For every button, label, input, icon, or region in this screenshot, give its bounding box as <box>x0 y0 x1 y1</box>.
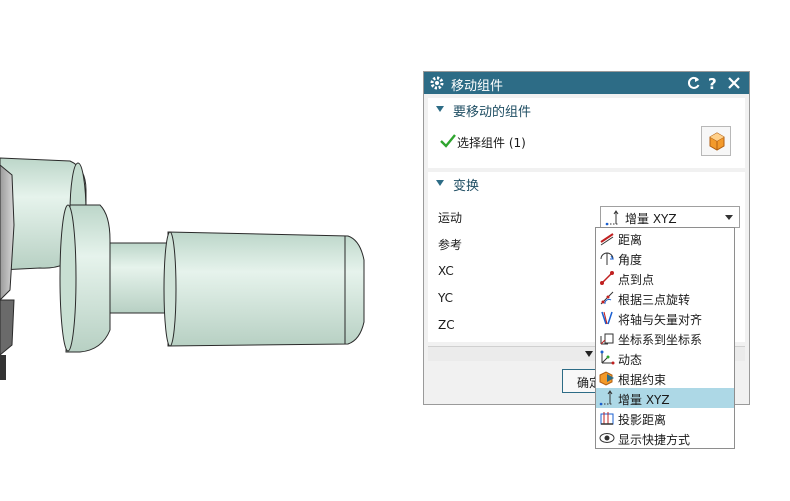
motion-option-delta-xyz[interactable]: 增量 XYZ <box>596 388 734 408</box>
distance-icon <box>599 230 615 246</box>
select-components-label[interactable]: 选择组件 (1) <box>457 134 526 151</box>
motion-selected-value: 增量 XYZ <box>625 212 677 226</box>
gear-icon[interactable] <box>429 75 445 94</box>
svg-text:?: ? <box>708 75 717 91</box>
checkmark-icon <box>440 134 456 151</box>
expand-down-icon <box>585 351 593 357</box>
option-label: 角度 <box>618 253 643 267</box>
motion-option-point-to-point[interactable]: 点到点 <box>596 268 734 288</box>
yc-label: YC <box>438 291 454 305</box>
cad-model <box>0 157 365 380</box>
option-label: 动态 <box>618 353 643 367</box>
close-icon[interactable] <box>726 75 742 91</box>
help-icon[interactable]: ? <box>705 75 721 93</box>
collapse-triangle-icon <box>436 106 444 112</box>
delta-xyz-icon <box>599 390 615 406</box>
projection-distance-icon <box>599 410 615 426</box>
option-label: 显示快捷方式 <box>618 433 691 447</box>
transform-section-header[interactable]: 变换 <box>428 172 745 194</box>
motion-option-by-constraints[interactable]: 根据约束 <box>596 368 734 388</box>
option-label: 距离 <box>618 233 643 247</box>
motion-option-align-axis-vector[interactable]: 将轴与矢量对齐 <box>596 308 734 328</box>
dialog-title: 移动组件 <box>451 79 504 94</box>
motion-option-csys-to-csys[interactable]: 坐标系到坐标系 <box>596 328 734 348</box>
option-label: 投影距离 <box>618 413 667 427</box>
xc-label: XC <box>438 264 454 278</box>
point-to-point-icon <box>599 270 615 286</box>
transform-section-title: 变换 <box>453 179 480 194</box>
components-section-header[interactable]: 要移动的组件 <box>428 98 745 120</box>
zc-label: ZC <box>438 318 455 332</box>
motion-option-dynamic[interactable]: 动态 <box>596 348 734 368</box>
csys-to-csys-icon <box>599 330 615 346</box>
motion-option-angle[interactable]: 角度 <box>596 248 734 268</box>
motion-label: 运动 <box>438 211 463 225</box>
chevron-down-icon <box>725 215 733 220</box>
reset-icon[interactable] <box>686 75 702 91</box>
angle-icon <box>599 250 615 266</box>
motion-option-distance[interactable]: 距离 <box>596 228 734 248</box>
option-label: 将轴与矢量对齐 <box>618 313 703 327</box>
motion-option-projection-distance[interactable]: 投影距离 <box>596 408 734 428</box>
graphics-viewport[interactable] <box>0 0 420 498</box>
motion-option-show-shortcuts[interactable]: 显示快捷方式 <box>596 428 734 448</box>
option-label: 根据三点旋转 <box>618 293 691 307</box>
option-label: 坐标系到坐标系 <box>618 333 703 347</box>
align-axis-vector-icon <box>599 310 615 326</box>
motion-option-three-point-rotate[interactable]: 根据三点旋转 <box>596 288 734 308</box>
option-label: 点到点 <box>618 273 655 287</box>
option-label: 增量 XYZ <box>618 393 670 407</box>
option-label: 根据约束 <box>618 373 667 387</box>
motion-options-list: 距离 角度 点到点 根据三点旋转 将轴与矢量对齐 坐标系到坐标系 动态 根据约束… <box>595 227 735 449</box>
collapse-triangle-icon <box>436 180 444 186</box>
reference-label: 参考 <box>438 238 463 252</box>
three-point-rotate-icon <box>599 290 615 306</box>
component-cube-icon <box>709 132 725 151</box>
dialog-title-bar: 移动组件 ? <box>424 72 749 94</box>
dynamic-icon <box>599 350 615 366</box>
by-constraints-icon <box>599 370 615 386</box>
components-section-title: 要移动的组件 <box>453 105 532 120</box>
motion-dropdown[interactable]: 增量 XYZ <box>600 206 740 228</box>
show-shortcuts-icon <box>599 430 615 446</box>
select-component-button[interactable] <box>701 126 731 156</box>
components-section: 要移动的组件 选择组件 (1) <box>428 98 745 168</box>
